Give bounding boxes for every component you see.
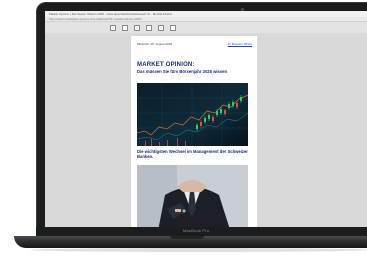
address-bar[interactable]: https://www.newsletter-service.ch/email/… [45,17,367,22]
forward-icon[interactable] [122,24,128,31]
delete-icon[interactable] [158,24,164,31]
print-icon[interactable] [146,24,152,31]
content-area: Mittwoch, 28. August 2024 Im Browser öff… [45,33,367,227]
article-headline-link-2[interactable]: Die wichtigsten Wechsel im Management de… [137,149,249,159]
laptop-hinge-notch [170,236,204,239]
article-headline-link[interactable]: Das müssen Sie fürs Börsenjahr 2025 wiss… [137,69,247,74]
stock-chart-image[interactable] [137,83,248,146]
businessman-image[interactable] [137,165,248,227]
more-icon[interactable] [170,24,176,31]
email-body: Mittwoch, 28. August 2024 Im Browser öff… [131,36,257,227]
email-date: Mittwoch, 28. August 2024 [137,42,173,46]
section-label: MARKET OPINION: [137,62,195,68]
email-header-row: Mittwoch, 28. August 2024 Im Browser öff… [137,42,252,47]
laptop-shadow [30,248,367,252]
laptop-brand-label: MacBook Pro [183,228,210,233]
open-in-browser-link[interactable]: Im Browser öffnen [228,42,252,47]
email-toolbar [108,23,284,32]
laptop-screen: Market Opinion | Die besten Wetten 2025 … [45,11,367,227]
laptop-mockup: Market Opinion | Die besten Wetten 2025 … [0,0,367,258]
reply-icon[interactable] [134,24,140,31]
back-icon[interactable] [110,24,116,31]
